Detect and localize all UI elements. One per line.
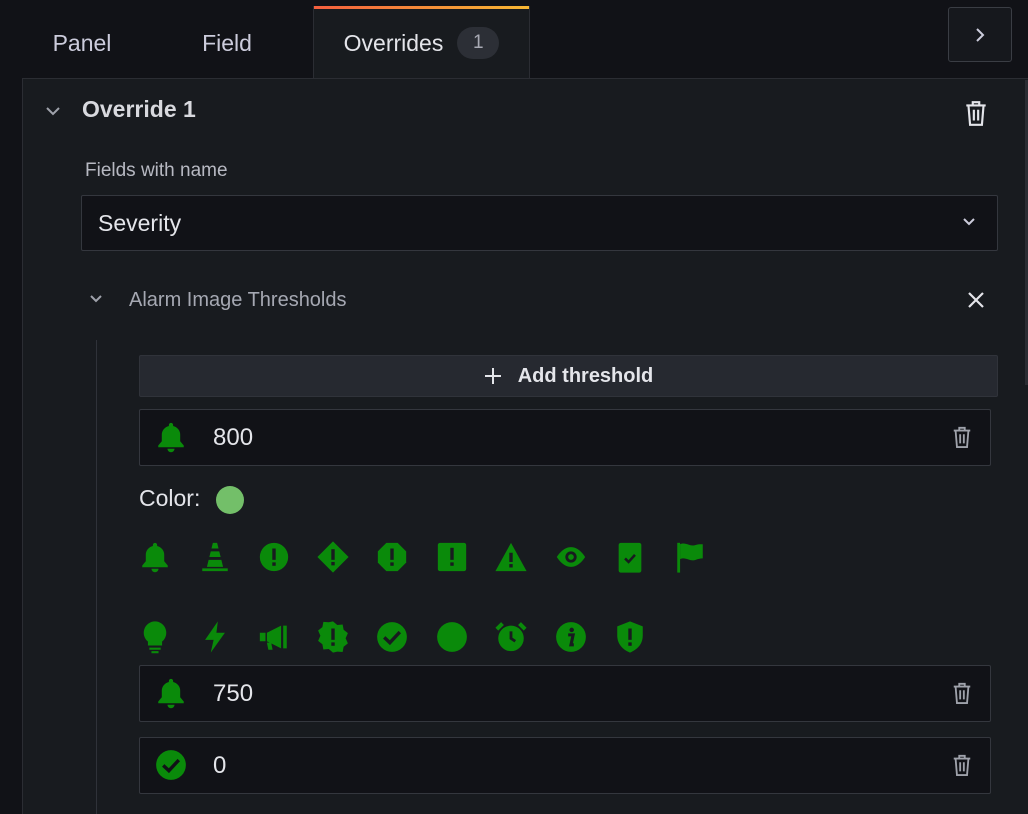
- threshold-value[interactable]: 800: [213, 424, 253, 452]
- chevron-right-icon: [976, 27, 985, 42]
- exclamation-square-icon[interactable]: [435, 539, 469, 575]
- warning-triangle-icon[interactable]: [494, 539, 528, 575]
- bolt-icon[interactable]: [198, 619, 232, 655]
- exclamation-octagon-icon[interactable]: [375, 539, 409, 575]
- override-title[interactable]: Override 1: [82, 96, 196, 123]
- collapse-pane-button[interactable]: [948, 7, 1012, 62]
- trash-icon[interactable]: [951, 681, 973, 705]
- lightbulb-icon[interactable]: [138, 619, 172, 655]
- property-title[interactable]: Alarm Image Thresholds: [129, 289, 347, 312]
- tab-overrides-label: Overrides: [343, 29, 444, 56]
- alarm-clock-icon[interactable]: [494, 619, 528, 655]
- trash-icon[interactable]: [951, 425, 973, 449]
- traffic-cone-icon[interactable]: [198, 539, 232, 575]
- bell-icon[interactable]: [154, 420, 188, 454]
- eye-icon[interactable]: [554, 539, 588, 575]
- delete-override-trash-icon[interactable]: [963, 99, 989, 127]
- threshold-value[interactable]: 0: [213, 752, 226, 780]
- overrides-count-badge: 1: [457, 27, 500, 59]
- tab-field[interactable]: Field: [175, 8, 279, 78]
- threshold-row: 800: [139, 409, 991, 466]
- chevron-down-icon[interactable]: [88, 293, 104, 305]
- chevron-down-icon: [963, 218, 975, 226]
- shield-exclamation-icon[interactable]: [613, 619, 647, 655]
- exclamation-badge-icon[interactable]: [316, 619, 350, 655]
- tab-field-label: Field: [202, 29, 252, 56]
- trash-icon[interactable]: [951, 753, 973, 777]
- color-swatch[interactable]: [216, 486, 244, 514]
- add-threshold-button[interactable]: Add threshold: [139, 355, 998, 397]
- tab-panel[interactable]: Panel: [30, 8, 134, 78]
- check-circle-icon[interactable]: [154, 748, 188, 782]
- field-name-select[interactable]: Severity: [81, 195, 998, 251]
- flag-icon[interactable]: [673, 539, 707, 575]
- tab-panel-label: Panel: [52, 29, 112, 56]
- close-icon[interactable]: [966, 290, 986, 310]
- exclamation-circle-icon[interactable]: [257, 539, 291, 575]
- color-label: Color:: [139, 485, 201, 511]
- bell-icon[interactable]: [154, 676, 188, 710]
- exclamation-diamond-icon[interactable]: [316, 539, 350, 575]
- tab-overrides[interactable]: Overrides 1: [313, 6, 530, 79]
- add-threshold-label: Add threshold: [517, 364, 654, 387]
- field-name-select-value: Severity: [98, 210, 182, 236]
- options-tab-bar: Panel Field Overrides 1: [0, 0, 1028, 79]
- check-circle-icon[interactable]: [375, 619, 409, 655]
- megaphone-icon[interactable]: [257, 619, 291, 655]
- threshold-row: 0: [139, 737, 991, 794]
- info-circle-icon[interactable]: [554, 619, 588, 655]
- chevron-down-icon[interactable]: [44, 104, 62, 118]
- property-guide-line: [96, 340, 97, 814]
- plus-icon: [484, 368, 501, 384]
- clipboard-check-icon[interactable]: [613, 539, 647, 575]
- bell-icon[interactable]: [138, 539, 172, 575]
- matcher-label: Fields with name: [85, 160, 228, 181]
- threshold-row: 750: [139, 665, 991, 722]
- threshold-value[interactable]: 750: [213, 680, 253, 708]
- circle-icon[interactable]: [435, 619, 469, 655]
